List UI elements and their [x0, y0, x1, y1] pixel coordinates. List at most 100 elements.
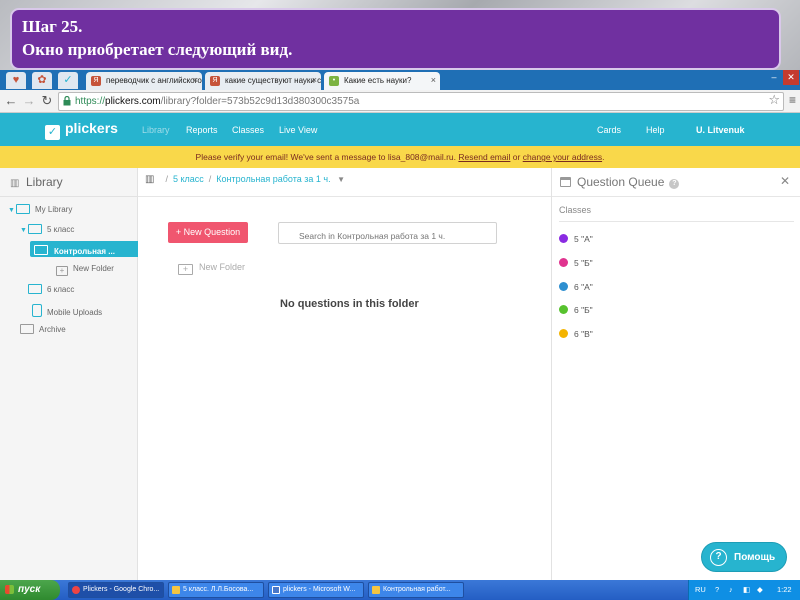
close-tab-icon[interactable]: × — [431, 75, 436, 85]
start-button[interactable]: пуск — [0, 580, 60, 600]
library-icon: ▥ — [10, 178, 20, 189]
nav-classes[interactable]: Classes — [232, 125, 264, 135]
bookmark-star-icon[interactable]: ☆ — [768, 92, 780, 108]
tree-archive[interactable]: Archive — [20, 324, 66, 334]
tab-title: какие существуют науки с — [225, 76, 321, 85]
class-item[interactable]: 5 "Б" — [559, 258, 593, 268]
help-question-icon: ? — [710, 549, 727, 566]
pinned-tab-plickers[interactable]: ✓ — [58, 72, 78, 89]
address-bar[interactable]: https://plickers.com/library?folder=573b… — [58, 92, 784, 111]
plickers-logo[interactable]: ✓ plickers — [45, 120, 118, 140]
class-name: 5 "Б" — [574, 258, 593, 268]
nav-live-view[interactable]: Live View — [279, 125, 317, 135]
library-icon[interactable]: ▥ — [145, 174, 154, 185]
mobile-phone-icon — [32, 304, 42, 317]
tree-label: My Library — [35, 205, 73, 214]
class-name: 6 "Б" — [574, 305, 593, 315]
windows-taskbar: пуск Plickers - Google Chro... 5 класс. … — [0, 580, 800, 600]
forward-arrow-icon[interactable]: → — [21, 93, 37, 108]
class-item[interactable]: 6 "В" — [559, 329, 593, 339]
breadcrumb-class-5[interactable]: 5 класс — [173, 174, 204, 184]
nav-user[interactable]: U. Litvenuk — [696, 125, 745, 135]
classes-divider — [559, 221, 794, 222]
close-icon[interactable]: ✕ — [780, 174, 790, 188]
folder-icon — [172, 586, 180, 594]
new-folder-button[interactable]: + New Folder — [178, 262, 245, 275]
browser-tab-1[interactable]: Я переводчик с английского × — [86, 72, 202, 90]
verify-end: . — [602, 152, 605, 162]
volume-icon[interactable]: ♪ — [729, 585, 733, 594]
tree-new-folder[interactable]: + New Folder — [56, 264, 114, 276]
class-item[interactable]: 5 "А" — [559, 234, 593, 244]
breadcrumb-separator: / — [165, 174, 168, 184]
browser-tab-strip: ♥ ✿ ✓ Я переводчик с английского × Я как… — [0, 70, 800, 90]
tree-label: New Folder — [73, 264, 114, 273]
window-close-button[interactable]: ✕ — [783, 70, 799, 85]
help-circle-icon[interactable]: ? — [669, 179, 680, 189]
queue-divider — [552, 196, 800, 197]
breadcrumb-current-folder[interactable]: Контрольная работа за 1 ч. — [216, 174, 330, 184]
step-banner: Шаг 25. Окно приобретает следующий вид. — [10, 8, 781, 70]
plickers-check-icon: ✓ — [45, 125, 60, 140]
verify-or: or — [512, 152, 521, 162]
tree-label: 6 класс — [47, 285, 75, 294]
tree-mobile-uploads[interactable]: Mobile Uploads — [32, 304, 102, 317]
taskbar-item-folder[interactable]: 5 класс. Л.Л.Босова... — [168, 582, 264, 598]
back-arrow-icon[interactable]: ← — [3, 93, 19, 108]
url-path: /library?folder=573b52c9d13d380300c3575a — [160, 96, 360, 107]
chevron-down-icon[interactable]: ▼ — [337, 175, 345, 184]
taskbar-item-word[interactable]: plickers - Microsoft W... — [268, 582, 364, 598]
tree-my-library[interactable]: ▼ My Library — [8, 204, 72, 214]
nav-cards[interactable]: Cards — [597, 125, 621, 135]
taskbar-item-folder-2[interactable]: Контрольная работ... — [368, 582, 464, 598]
security-icon[interactable]: ◆ — [757, 585, 763, 594]
nav-help[interactable]: Help — [646, 125, 665, 135]
language-indicator[interactable]: RU — [695, 585, 706, 594]
tree-class-6[interactable]: 6 класс — [28, 284, 74, 294]
class-name: 6 "А" — [574, 282, 593, 292]
browser-menu-icon[interactable]: ≡ — [789, 93, 796, 107]
clock: 1:22 — [777, 585, 792, 594]
classes-label: Classes — [559, 205, 592, 215]
tree-class-5[interactable]: ▼ 5 класс — [20, 224, 74, 234]
tab-title: переводчик с английского — [106, 76, 202, 85]
tray-help-icon[interactable]: ? — [715, 585, 719, 594]
class-name: 6 "В" — [574, 329, 593, 339]
new-question-button[interactable]: + New Question — [168, 222, 248, 243]
pinned-tab-1[interactable]: ♥ — [6, 72, 26, 89]
class-color-dot — [559, 329, 568, 338]
help-chat-button[interactable]: ? Помощь — [701, 542, 787, 572]
sidebar-title: ▥ Library — [10, 175, 63, 189]
browser-tab-2[interactable]: Я какие существуют науки с × — [205, 72, 321, 90]
url-host: plickers.com — [105, 96, 161, 107]
tree-label: Mobile Uploads — [47, 308, 103, 317]
start-label: пуск — [18, 584, 41, 595]
nav-reports[interactable]: Reports — [186, 125, 218, 135]
chrome-icon — [72, 586, 80, 594]
browser-toolbar: ← → ↻ https://plickers.com/library?folde… — [0, 90, 800, 113]
class-item[interactable]: 6 "Б" — [559, 305, 593, 315]
folder-icon — [34, 245, 48, 255]
reload-icon[interactable]: ↻ — [39, 93, 55, 109]
word-icon — [272, 586, 280, 594]
tree-label: Контрольная ... — [54, 247, 115, 256]
change-address-link[interactable]: change your address — [523, 152, 602, 162]
nav-library[interactable]: Library — [142, 125, 170, 135]
step-text: Окно приобретает следующий вид. — [22, 40, 293, 59]
close-tab-icon[interactable]: × — [312, 75, 317, 85]
tree-active-folder[interactable]: Контрольная ... — [30, 241, 138, 257]
logo-text: plickers — [65, 120, 118, 136]
taskbar-item-chrome[interactable]: Plickers - Google Chro... — [68, 582, 164, 598]
class-name: 5 "А" — [574, 234, 593, 244]
browser-tab-3[interactable]: • Какие есть науки? × — [324, 72, 440, 90]
network-icon[interactable]: ◧ — [743, 585, 750, 594]
folder-search-input[interactable] — [278, 222, 497, 244]
pinned-tab-2[interactable]: ✿ — [32, 72, 52, 89]
generic-page-icon: • — [329, 76, 339, 86]
resend-email-link[interactable]: Resend email — [458, 152, 510, 162]
verify-email-banner: Please verify your email! We've sent a m… — [0, 146, 800, 168]
window-minimize-button[interactable]: – — [766, 70, 782, 85]
close-tab-icon[interactable]: × — [193, 75, 198, 85]
class-item[interactable]: 6 "А" — [559, 282, 593, 292]
task-label: 5 класс. Л.Л.Босова... — [183, 586, 254, 593]
